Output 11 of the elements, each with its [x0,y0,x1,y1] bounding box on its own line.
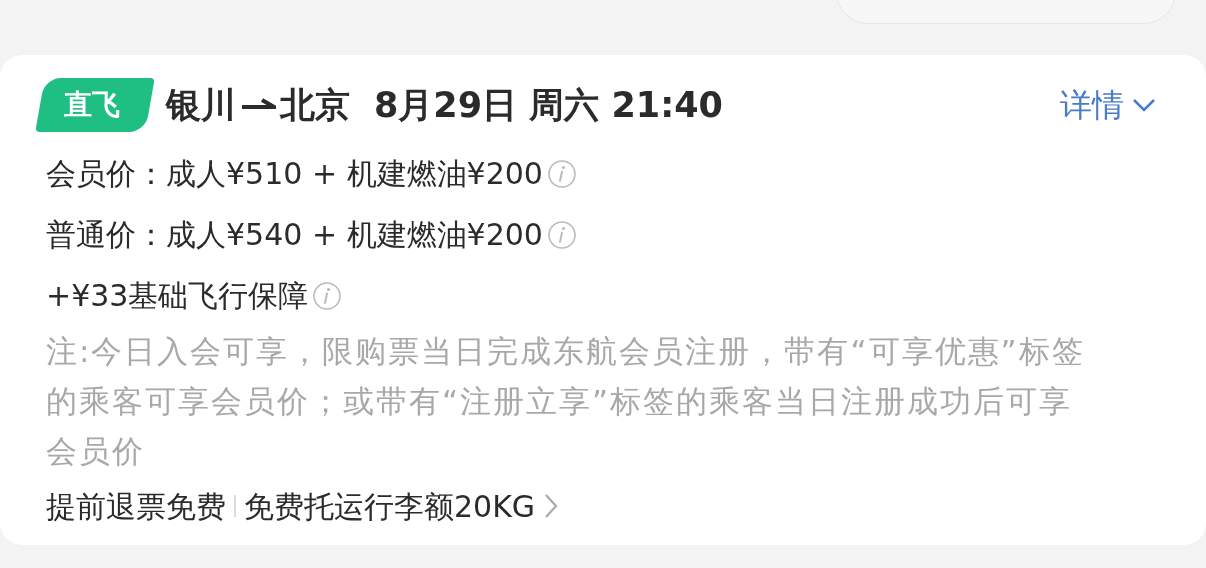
origin-city: 银川 [166,83,236,127]
destination-city: 北京 [280,83,350,127]
details-link[interactable]: 详情 [1060,81,1156,129]
price-line: 普通价：成人¥540 + 机建燃油¥200 [46,216,543,254]
policy-text: 提前退票免费 [46,487,226,526]
price-line: 会员价：成人¥510 + 机建燃油¥200 [46,155,543,193]
direct-flight-tag: 直飞 [35,78,155,132]
price-line: +¥33基础飞行保障 [46,277,309,315]
flight-datetime: 8月29日 周六 21:40 [374,83,723,127]
member-price-note: 注:今日入会可享，限购票当日完成东航会员注册，带有“可享优惠”标签的乘客可享会员价；或带有“注册立享”标签的乘客当日注册成功后可享会员价 [46,332,1086,471]
policy-text: 免费托运行李额20KG [244,487,536,526]
